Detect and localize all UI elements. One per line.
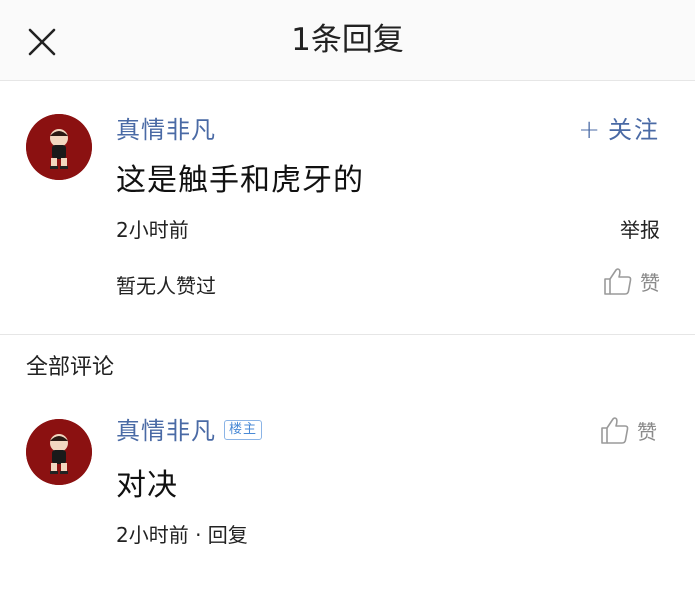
like-label: 赞 (637, 419, 657, 444)
comment-author-name: 真情非凡 (116, 417, 216, 445)
follow-button[interactable]: + 关注 (578, 115, 660, 145)
all-comments-heading: 全部评论 (26, 355, 115, 380)
avatar[interactable] (26, 114, 92, 180)
section-divider (0, 334, 695, 335)
header-bar: 1条回复 (0, 0, 695, 81)
comment-content: 对决 (116, 468, 178, 503)
avatar[interactable] (26, 419, 92, 485)
comment-time: 2小时前 (116, 218, 189, 242)
plus-icon: + (578, 115, 602, 145)
comment-content: 这是触手和虎牙的 (116, 163, 364, 198)
avatar-image (26, 419, 92, 485)
likes-summary: 暂无人赞过 (116, 274, 216, 298)
comment-meta[interactable]: 2小时前 · 回复 (116, 522, 248, 548)
thumbs-up-icon (601, 417, 629, 444)
owner-badge: 楼主 (224, 420, 263, 440)
comment-author[interactable]: 真情非凡 (116, 115, 216, 145)
follow-label: 关注 (608, 116, 660, 144)
like-button[interactable]: 赞 (602, 265, 660, 297)
main-comment: 真情非凡 + 关注 这是触手和虎牙的 2小时前 举报 暂无人赞过 赞 (0, 81, 695, 334)
thumbs-up-icon (604, 268, 632, 295)
avatar-image (26, 114, 92, 180)
like-label: 赞 (640, 270, 660, 295)
reply-page: 1条回复 真情非凡 + 关注 这是触手和虎牙的 2小时前 举报 暂无人赞过 赞 … (0, 0, 695, 600)
page-title: 1条回复 (291, 22, 404, 58)
report-button[interactable]: 举报 (620, 217, 660, 243)
like-button[interactable]: 赞 (599, 414, 657, 446)
comment-author[interactable]: 真情非凡 楼主 (116, 416, 263, 446)
